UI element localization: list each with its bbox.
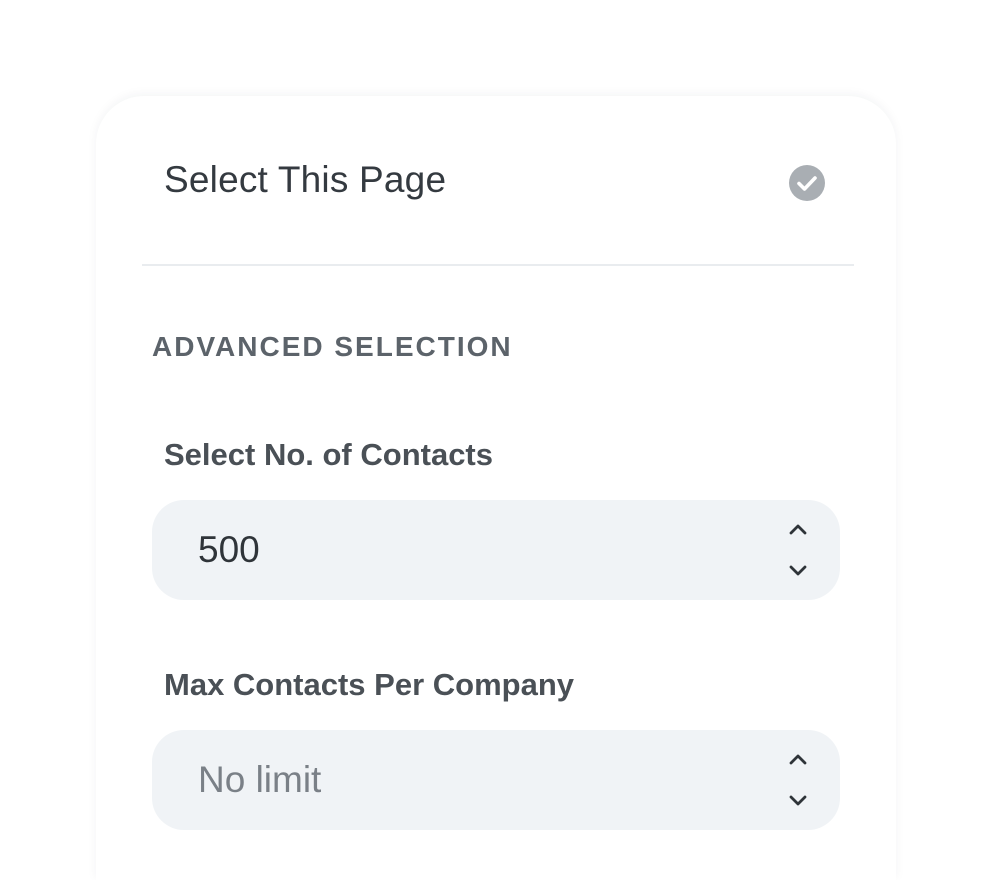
divider [142, 264, 854, 266]
select-this-page-option[interactable]: Select This Page [96, 96, 896, 264]
select-this-page-label: Select This Page [164, 159, 447, 200]
contacts-count-field [152, 500, 840, 600]
max-contacts-stepper [782, 744, 814, 816]
contacts-count-label: Select No. of Contacts [164, 437, 493, 472]
contacts-count-input[interactable] [198, 526, 758, 574]
max-contacts-per-company-label: Max Contacts Per Company [164, 667, 574, 702]
max-contacts-per-company-input[interactable] [198, 756, 758, 804]
increment-chevron-up-icon[interactable] [782, 744, 814, 774]
contacts-count-stepper [782, 514, 814, 586]
advanced-selection-heading: ADVANCED SELECTION [152, 331, 513, 362]
check-circle-icon[interactable] [788, 164, 826, 202]
max-contacts-per-company-field [152, 730, 840, 830]
selection-panel: Select This Page ADVANCED SELECTION Sele… [96, 96, 896, 880]
increment-chevron-up-icon[interactable] [782, 514, 814, 544]
decrement-chevron-down-icon[interactable] [782, 556, 814, 586]
decrement-chevron-down-icon[interactable] [782, 786, 814, 816]
